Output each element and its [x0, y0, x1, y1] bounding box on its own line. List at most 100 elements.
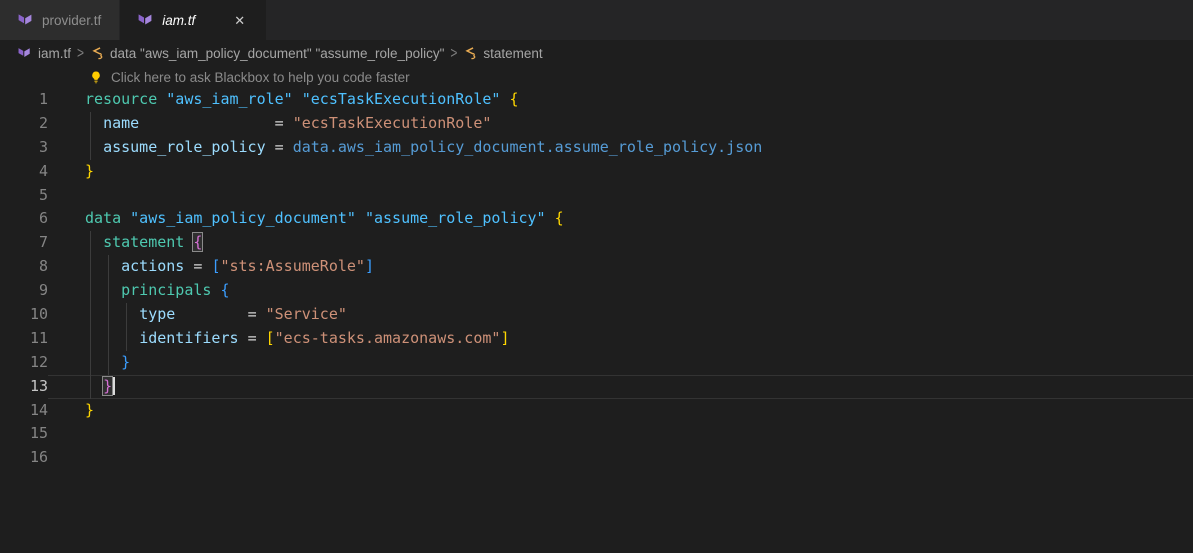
code-line[interactable]: 5 — [0, 184, 1193, 208]
code-text[interactable]: type = "Service" — [48, 303, 1193, 327]
indent-guide — [90, 231, 91, 256]
line-number: 2 — [38, 113, 48, 132]
symbol-block-icon — [92, 47, 103, 60]
indent-guide — [108, 255, 109, 280]
indent-guide — [126, 326, 127, 351]
code-token: = — [247, 305, 257, 324]
line-number: 3 — [38, 137, 48, 156]
code-line[interactable]: 8 actions = ["sts:AssumeRole"] — [0, 255, 1193, 280]
code-text[interactable]: } — [48, 350, 1193, 375]
code-line[interactable]: 3 assume_role_policy = data.aws_iam_poli… — [0, 135, 1193, 160]
code-token: "sts:AssumeRole" — [220, 257, 365, 276]
code-token: "assume_role_policy" — [364, 209, 546, 228]
code-text[interactable]: principals { — [48, 279, 1193, 304]
breadcrumb-item-block[interactable]: data "aws_iam_policy_document" "assume_r… — [110, 46, 444, 61]
code-text[interactable] — [48, 422, 1193, 446]
code-text[interactable]: assume_role_policy = data.aws_iam_policy… — [48, 135, 1193, 160]
code-line[interactable]: 1 resource "aws_iam_role" "ecsTaskExecuti… — [0, 88, 1193, 112]
code-line[interactable]: 6 data "aws_iam_policy_document" "assume_… — [0, 207, 1193, 231]
code-line[interactable]: 16 — [0, 446, 1193, 470]
code-line[interactable]: 2 name = "ecsTaskExecutionRole" — [0, 111, 1193, 136]
indent-guide — [90, 326, 91, 351]
code-text[interactable] — [48, 446, 1193, 470]
code-text[interactable]: identifiers = ["ecs-tasks.amazonaws.com"… — [48, 326, 1193, 351]
code-line[interactable]: 10 type = "Service" — [0, 303, 1193, 327]
breadcrumb-item-file[interactable]: iam.tf — [38, 46, 71, 61]
code-line[interactable]: 7 statement { — [0, 231, 1193, 256]
line-number: 7 — [38, 233, 48, 252]
code-token: { — [509, 90, 519, 108]
indent-guide — [90, 135, 91, 160]
code-text[interactable]: data "aws_iam_policy_document" "assume_r… — [48, 207, 1193, 231]
code-line[interactable]: 14} — [0, 399, 1193, 423]
code-token: } — [85, 400, 95, 419]
code-text[interactable]: resource "aws_iam_role" "ecsTaskExecutio… — [48, 88, 1193, 112]
code-text[interactable]: } — [48, 160, 1193, 184]
code-text[interactable]: } — [48, 374, 1193, 399]
code-text[interactable]: actions = ["sts:AssumeRole"] — [48, 255, 1193, 280]
code-token: = — [247, 328, 257, 347]
code-token: = — [274, 113, 284, 132]
code-token: } — [121, 352, 131, 371]
tab-label: provider.tf — [42, 12, 102, 28]
code-text[interactable]: name = "ecsTaskExecutionRole" — [48, 111, 1193, 136]
indent-guide — [90, 255, 91, 280]
line-number: 1 — [38, 90, 48, 108]
code-token: "aws_iam_policy_document" — [130, 209, 356, 228]
code-token: { — [554, 209, 564, 228]
indent-guide — [108, 350, 109, 375]
indent-guide — [90, 279, 91, 304]
code-token: = — [274, 137, 284, 156]
code-text[interactable] — [48, 184, 1193, 208]
indent-guide — [90, 303, 91, 327]
code-line[interactable]: 13 } — [0, 374, 1193, 399]
code-token: identifiers — [139, 328, 239, 347]
code-line[interactable]: 11 identifiers = ["ecs-tasks.amazonaws.c… — [0, 326, 1193, 351]
blackbox-hint[interactable]: Click here to ask Blackbox to help you c… — [0, 66, 1193, 88]
code-token: { — [220, 281, 230, 300]
code-line[interactable]: 4} — [0, 160, 1193, 184]
line-number: 4 — [38, 161, 48, 180]
code-token: "ecs-tasks.amazonaws.com" — [274, 328, 501, 347]
line-number: 13 — [29, 376, 48, 395]
code-line[interactable]: 9 principals { — [0, 279, 1193, 304]
code-token: type — [139, 305, 176, 324]
terraform-icon — [138, 14, 152, 25]
code-token: "ecsTaskExecutionRole" — [292, 113, 492, 132]
indent-guide — [126, 303, 127, 327]
line-number: 12 — [29, 352, 48, 371]
line-number: 14 — [29, 400, 48, 419]
breadcrumb-item-statement[interactable]: statement — [483, 46, 542, 61]
code-editor[interactable]: 1 resource "aws_iam_role" "ecsTaskExecuti… — [0, 88, 1193, 470]
code-token: [ — [265, 328, 275, 347]
code-token: "Service" — [265, 305, 347, 324]
tab-provider-tf[interactable]: provider.tf — [0, 0, 121, 40]
code-text[interactable]: } — [48, 399, 1193, 423]
code-line[interactable]: 12 } — [0, 350, 1193, 375]
close-icon[interactable]: ✕ — [231, 12, 248, 29]
terraform-icon — [18, 48, 30, 57]
code-line[interactable]: 15 — [0, 422, 1193, 446]
code-text[interactable]: statement { — [48, 231, 1193, 256]
line-number: 6 — [38, 209, 48, 228]
line-number: 10 — [29, 305, 48, 324]
code-token: actions — [121, 257, 185, 276]
vscode-window: provider.tf iam.tf ✕ iam.tf > data "aws_… — [0, 0, 1193, 553]
code-token: ] — [500, 328, 510, 347]
tab-iam-tf[interactable]: iam.tf ✕ — [120, 0, 267, 40]
